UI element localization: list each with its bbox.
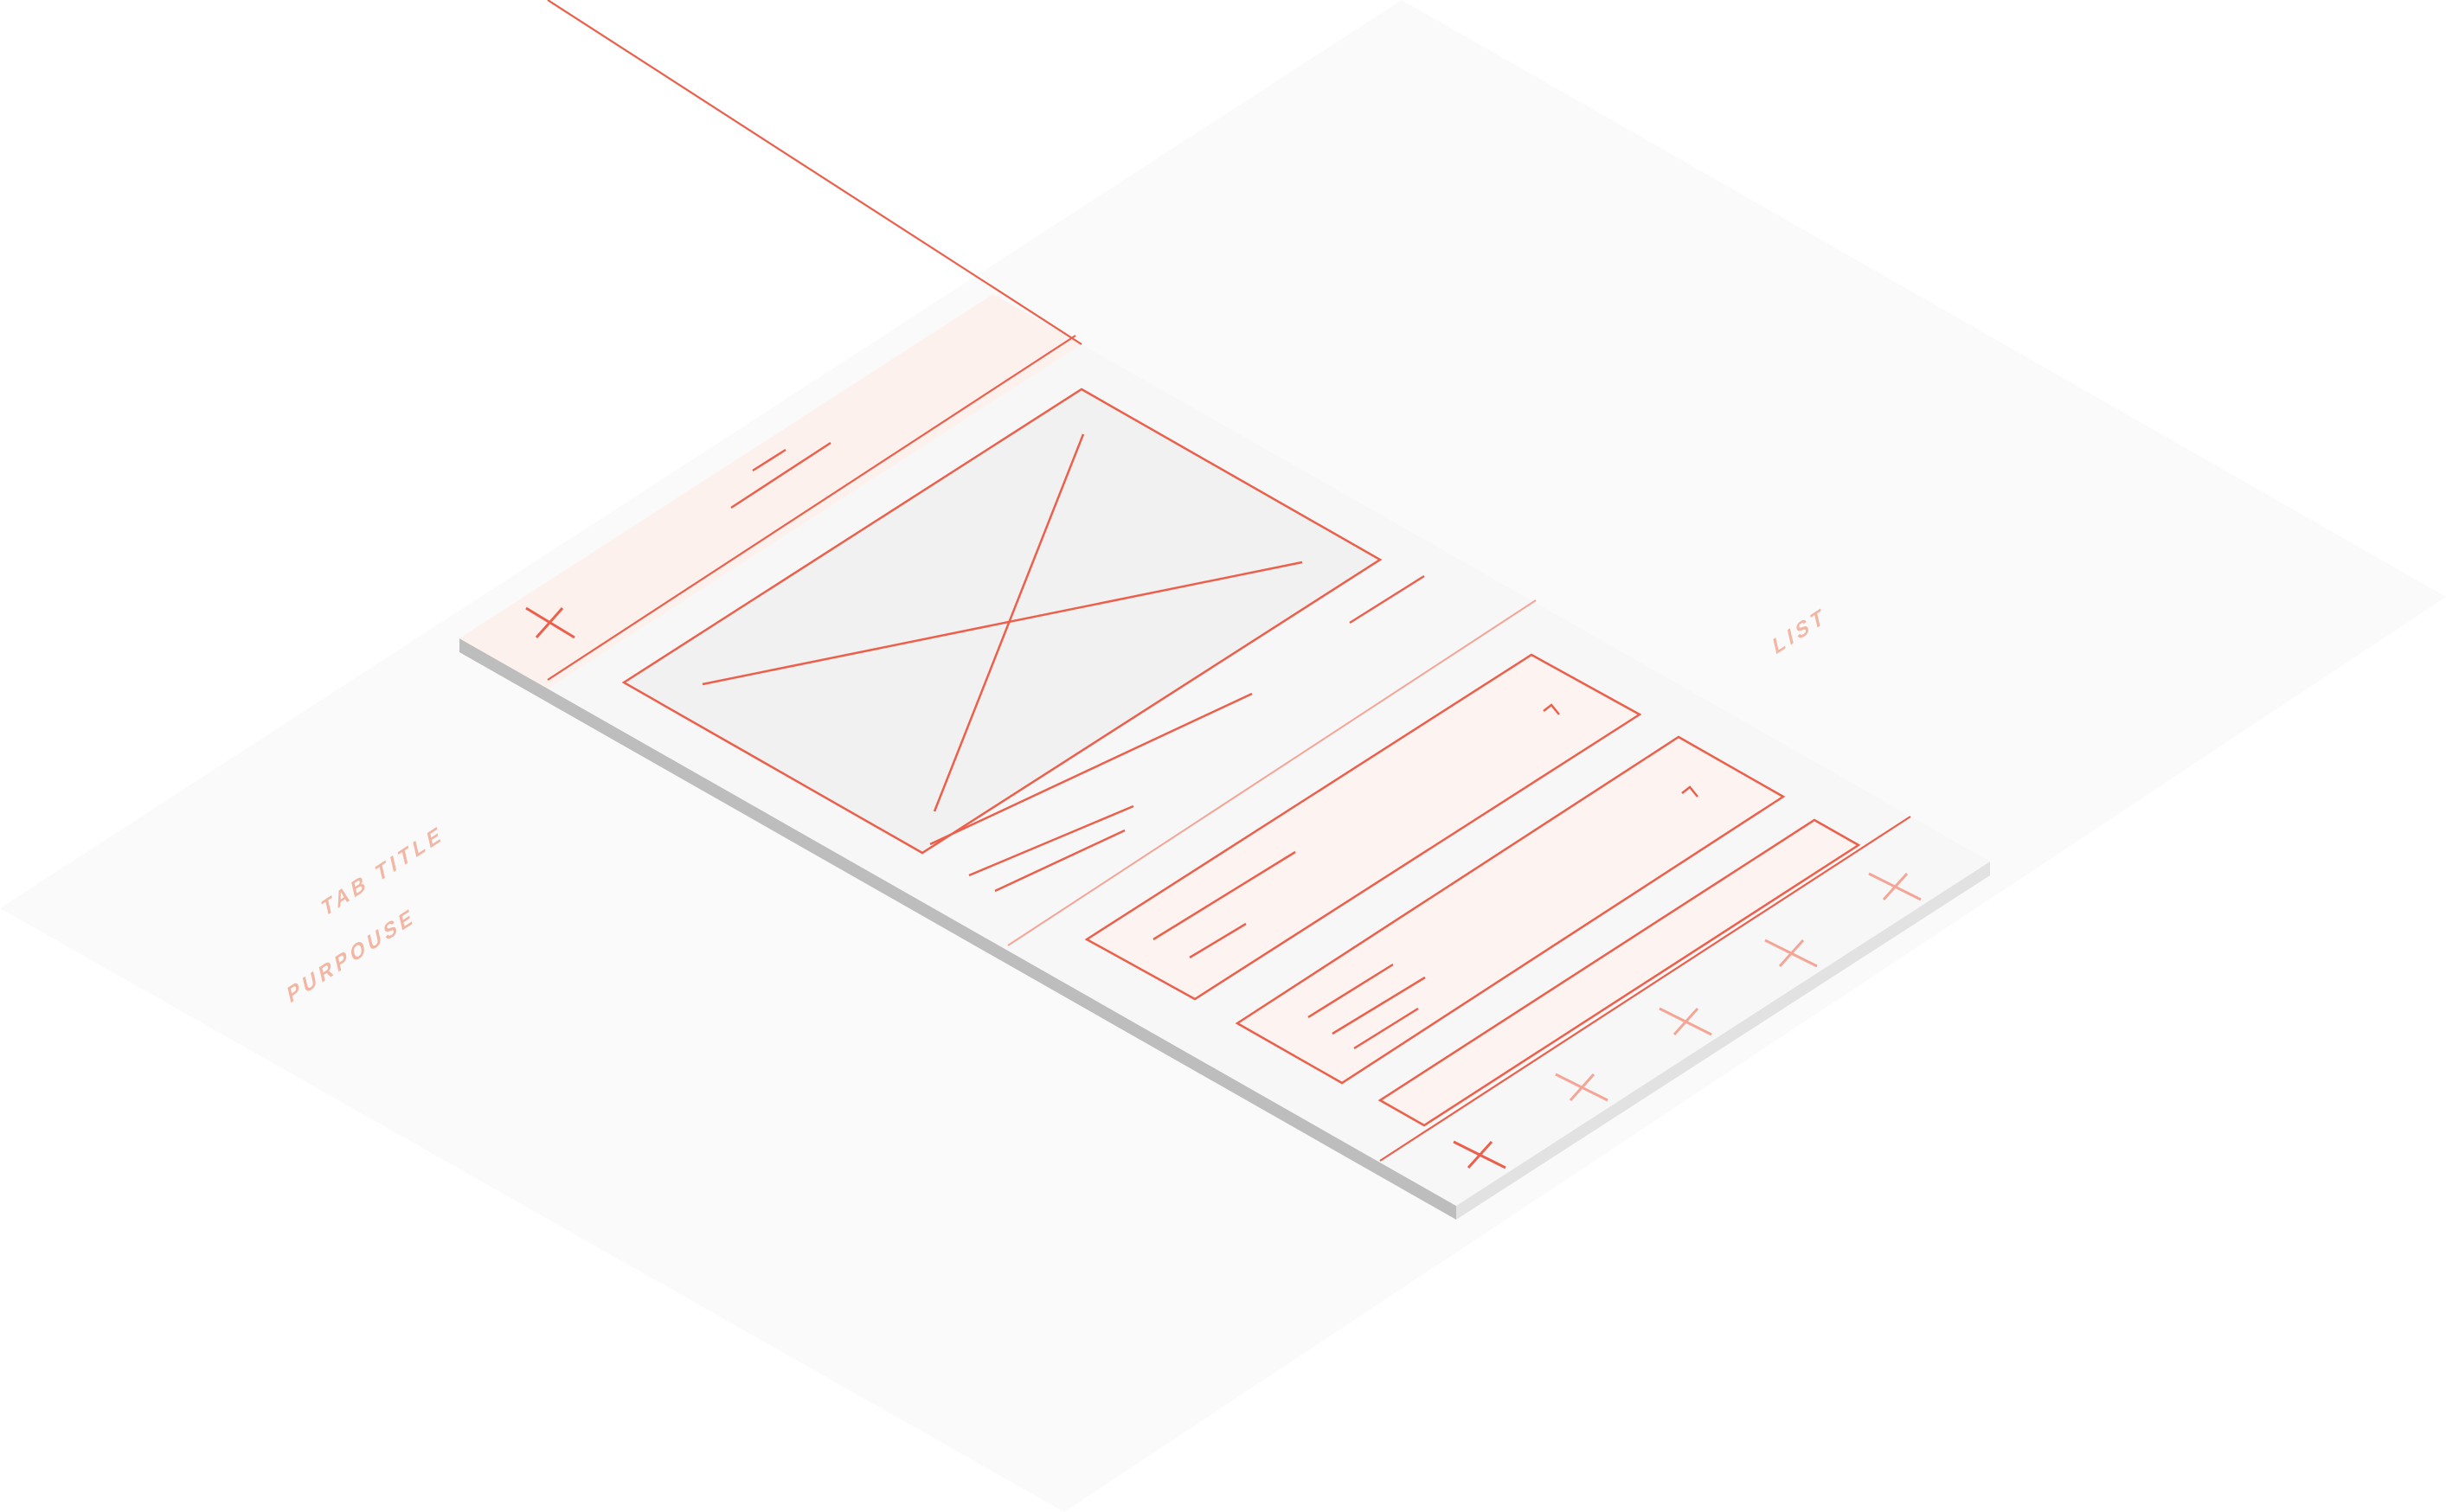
wireframe-diagram: TAB TITLE PURPOUSE LIST [0, 0, 2446, 1512]
header-divider [547, 0, 1082, 345]
